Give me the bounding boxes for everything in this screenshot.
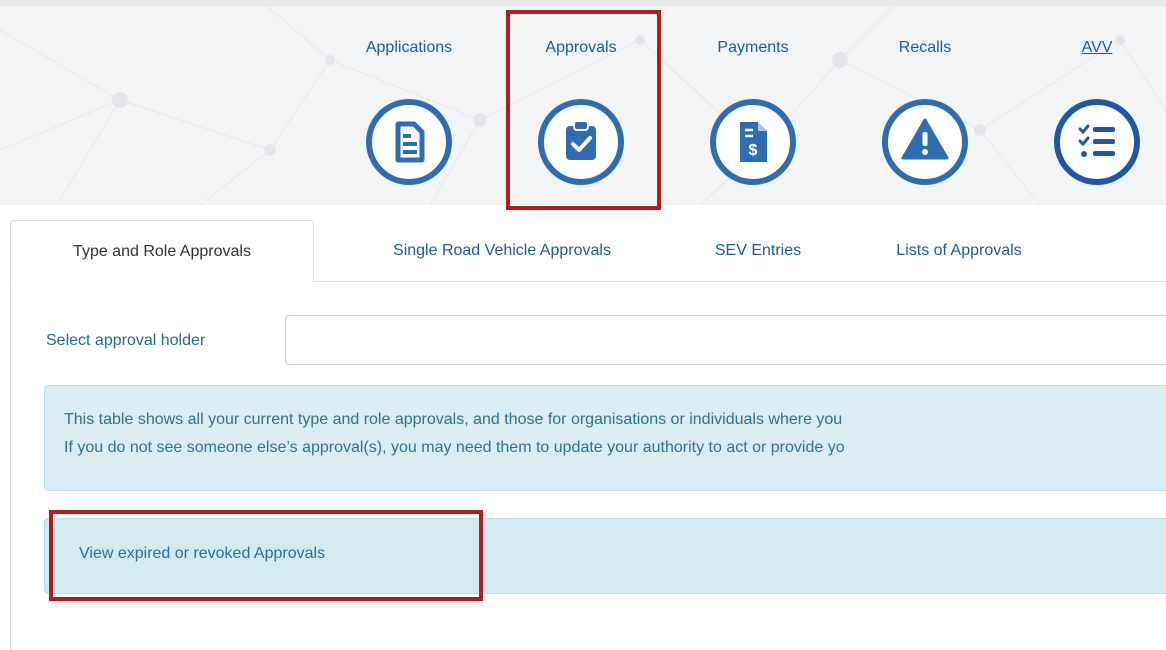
approval-holder-input[interactable] — [285, 315, 1166, 365]
nav-label-avv: AVV — [1081, 39, 1113, 56]
info-line-2: If you do not see someone else’s approva… — [64, 439, 845, 456]
tab-single-road-vehicle-approvals[interactable]: Single Road Vehicle Approvals — [326, 220, 678, 282]
document-icon — [366, 99, 452, 185]
nav-item-applications[interactable]: Applications — [339, 38, 479, 186]
tab-lists-of-approvals[interactable]: Lists of Approvals — [856, 220, 1062, 282]
nav-label-applications: Applications — [365, 39, 453, 56]
nav-label-payments: Payments — [717, 39, 789, 56]
dollar-document-icon: $ — [710, 99, 796, 185]
clipboard-check-icon — [538, 99, 624, 185]
nav-item-payments[interactable]: Payments $ — [683, 38, 823, 186]
approval-tabs: Type and Role Approvals Single Road Vehi… — [10, 220, 1166, 282]
top-navigation: Applications Approvals Payments $ Recall… — [0, 0, 1166, 205]
tab-sev-entries[interactable]: SEV Entries — [684, 220, 832, 282]
info-alert: This table shows all your current type a… — [44, 385, 1166, 491]
page: Applications Approvals Payments $ Recall… — [0, 0, 1166, 650]
nav-label-approvals: Approvals — [545, 39, 617, 56]
info-line-1: This table shows all your current type a… — [64, 411, 843, 428]
nav-item-recalls[interactable]: Recalls — [855, 38, 995, 186]
select-approval-holder-label: Select approval holder — [46, 332, 206, 349]
nav-item-avv[interactable]: AVV — [1027, 38, 1166, 186]
nav-item-approvals[interactable]: Approvals — [511, 38, 651, 186]
svg-text:$: $ — [749, 142, 758, 159]
tab-type-and-role-approvals[interactable]: Type and Role Approvals — [10, 220, 314, 282]
nav-label-recalls: Recalls — [898, 39, 952, 56]
view-expired-approvals-link[interactable]: View expired or revoked Approvals — [79, 543, 325, 565]
checklist-icon — [1054, 99, 1140, 185]
warning-triangle-icon — [882, 99, 968, 185]
